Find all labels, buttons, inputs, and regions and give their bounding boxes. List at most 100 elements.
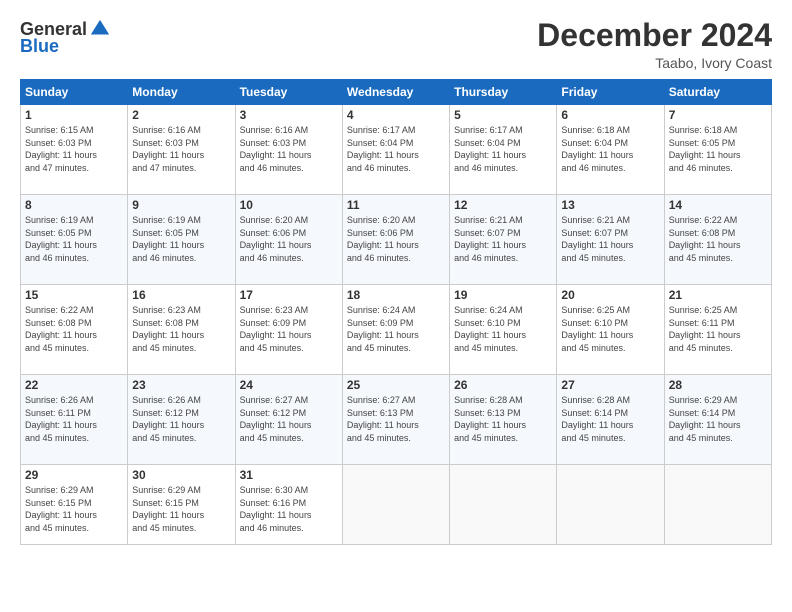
- calendar-cell: 21Sunrise: 6:25 AM Sunset: 6:11 PM Dayli…: [664, 285, 771, 375]
- calendar-cell: 4Sunrise: 6:17 AM Sunset: 6:04 PM Daylig…: [342, 105, 449, 195]
- day-detail: Sunrise: 6:29 AM Sunset: 6:15 PM Dayligh…: [132, 484, 230, 534]
- calendar-week-row: 15Sunrise: 6:22 AM Sunset: 6:08 PM Dayli…: [21, 285, 772, 375]
- calendar-week-row: 1 Sunrise: 6:15 AM Sunset: 6:03 PM Daylig…: [21, 105, 772, 195]
- day-detail: Sunrise: 6:18 AM Sunset: 6:04 PM Dayligh…: [561, 124, 659, 174]
- calendar-cell: 25 Sunrise: 6:27 AM Sunset: 6:13 PM Dayli…: [342, 375, 449, 465]
- day-detail: Sunrise: 6:23 AM Sunset: 6:09 PM Dayligh…: [240, 304, 338, 354]
- month-title: December 2024: [537, 18, 772, 53]
- calendar-cell: [557, 465, 664, 545]
- page: General Blue December 2024 Taabo, Ivory …: [0, 0, 792, 612]
- calendar-cell: 31Sunrise: 6:30 AM Sunset: 6:16 PM Dayli…: [235, 465, 342, 545]
- day-number: 5: [454, 108, 552, 122]
- calendar-week-row: 22Sunrise: 6:26 AM Sunset: 6:11 PM Dayli…: [21, 375, 772, 465]
- calendar-week-row: 8Sunrise: 6:19 AM Sunset: 6:05 PM Daylig…: [21, 195, 772, 285]
- day-detail: Sunrise: 6:20 AM Sunset: 6:06 PM Dayligh…: [347, 214, 445, 264]
- day-detail: Sunrise: 6:25 AM Sunset: 6:10 PM Dayligh…: [561, 304, 659, 354]
- day-detail: Sunrise: 6:27 AM Sunset: 6:13 PM Dayligh…: [347, 394, 445, 444]
- calendar-week-row: 29Sunrise: 6:29 AM Sunset: 6:15 PM Dayli…: [21, 465, 772, 545]
- calendar-cell: 19 Sunrise: 6:24 AM Sunset: 6:10 PM Dayli…: [450, 285, 557, 375]
- weekday-header: Thursday: [450, 80, 557, 105]
- day-number: 14: [669, 198, 767, 212]
- calendar-cell: 2 Sunrise: 6:16 AM Sunset: 6:03 PM Daylig…: [128, 105, 235, 195]
- day-number: 25: [347, 378, 445, 392]
- day-detail: Sunrise: 6:24 AM Sunset: 6:10 PM Dayligh…: [454, 304, 552, 354]
- day-detail: Sunrise: 6:29 AM Sunset: 6:15 PM Dayligh…: [25, 484, 123, 534]
- logo: General Blue: [20, 18, 111, 57]
- calendar-cell: [450, 465, 557, 545]
- day-detail: Sunrise: 6:16 AM Sunset: 6:03 PM Dayligh…: [132, 124, 230, 174]
- day-number: 1: [25, 108, 123, 122]
- day-number: 7: [669, 108, 767, 122]
- weekday-header: Tuesday: [235, 80, 342, 105]
- day-detail: Sunrise: 6:25 AM Sunset: 6:11 PM Dayligh…: [669, 304, 767, 354]
- location-subtitle: Taabo, Ivory Coast: [537, 55, 772, 71]
- day-number: 18: [347, 288, 445, 302]
- calendar-cell: 8Sunrise: 6:19 AM Sunset: 6:05 PM Daylig…: [21, 195, 128, 285]
- day-number: 16: [132, 288, 230, 302]
- day-detail: Sunrise: 6:28 AM Sunset: 6:13 PM Dayligh…: [454, 394, 552, 444]
- calendar-cell: 18 Sunrise: 6:24 AM Sunset: 6:09 PM Dayli…: [342, 285, 449, 375]
- day-number: 24: [240, 378, 338, 392]
- day-number: 19: [454, 288, 552, 302]
- calendar-cell: [664, 465, 771, 545]
- calendar-header-row: SundayMondayTuesdayWednesdayThursdayFrid…: [21, 80, 772, 105]
- day-detail: Sunrise: 6:18 AM Sunset: 6:05 PM Dayligh…: [669, 124, 767, 174]
- day-number: 15: [25, 288, 123, 302]
- day-number: 22: [25, 378, 123, 392]
- weekday-header: Monday: [128, 80, 235, 105]
- calendar-cell: 22Sunrise: 6:26 AM Sunset: 6:11 PM Dayli…: [21, 375, 128, 465]
- day-detail: Sunrise: 6:21 AM Sunset: 6:07 PM Dayligh…: [454, 214, 552, 264]
- day-number: 27: [561, 378, 659, 392]
- calendar-cell: 26 Sunrise: 6:28 AM Sunset: 6:13 PM Dayli…: [450, 375, 557, 465]
- calendar-cell: 9 Sunrise: 6:19 AM Sunset: 6:05 PM Daylig…: [128, 195, 235, 285]
- day-number: 17: [240, 288, 338, 302]
- weekday-header: Sunday: [21, 80, 128, 105]
- logo-icon: [89, 18, 111, 40]
- calendar-cell: 7 Sunrise: 6:18 AM Sunset: 6:05 PM Daylig…: [664, 105, 771, 195]
- day-detail: Sunrise: 6:19 AM Sunset: 6:05 PM Dayligh…: [132, 214, 230, 264]
- calendar-cell: 17 Sunrise: 6:23 AM Sunset: 6:09 PM Dayli…: [235, 285, 342, 375]
- day-number: 28: [669, 378, 767, 392]
- calendar-cell: 27 Sunrise: 6:28 AM Sunset: 6:14 PM Dayli…: [557, 375, 664, 465]
- weekday-header: Saturday: [664, 80, 771, 105]
- day-number: 23: [132, 378, 230, 392]
- calendar-table: SundayMondayTuesdayWednesdayThursdayFrid…: [20, 79, 772, 545]
- day-number: 3: [240, 108, 338, 122]
- day-detail: Sunrise: 6:27 AM Sunset: 6:12 PM Dayligh…: [240, 394, 338, 444]
- calendar-cell: 3Sunrise: 6:16 AM Sunset: 6:03 PM Daylig…: [235, 105, 342, 195]
- calendar-cell: [342, 465, 449, 545]
- calendar-cell: 13 Sunrise: 6:21 AM Sunset: 6:07 PM Dayli…: [557, 195, 664, 285]
- calendar-cell: 6 Sunrise: 6:18 AM Sunset: 6:04 PM Daylig…: [557, 105, 664, 195]
- day-number: 10: [240, 198, 338, 212]
- day-number: 20: [561, 288, 659, 302]
- calendar-cell: 30 Sunrise: 6:29 AM Sunset: 6:15 PM Dayli…: [128, 465, 235, 545]
- day-detail: Sunrise: 6:28 AM Sunset: 6:14 PM Dayligh…: [561, 394, 659, 444]
- title-block: December 2024 Taabo, Ivory Coast: [537, 18, 772, 71]
- day-number: 6: [561, 108, 659, 122]
- day-number: 30: [132, 468, 230, 482]
- day-number: 26: [454, 378, 552, 392]
- calendar-cell: 28Sunrise: 6:29 AM Sunset: 6:14 PM Dayli…: [664, 375, 771, 465]
- weekday-header: Friday: [557, 80, 664, 105]
- day-number: 13: [561, 198, 659, 212]
- calendar-cell: 20 Sunrise: 6:25 AM Sunset: 6:10 PM Dayli…: [557, 285, 664, 375]
- day-detail: Sunrise: 6:19 AM Sunset: 6:05 PM Dayligh…: [25, 214, 123, 264]
- calendar-cell: 15Sunrise: 6:22 AM Sunset: 6:08 PM Dayli…: [21, 285, 128, 375]
- day-detail: Sunrise: 6:20 AM Sunset: 6:06 PM Dayligh…: [240, 214, 338, 264]
- day-number: 9: [132, 198, 230, 212]
- calendar-cell: 29Sunrise: 6:29 AM Sunset: 6:15 PM Dayli…: [21, 465, 128, 545]
- calendar-cell: 1 Sunrise: 6:15 AM Sunset: 6:03 PM Daylig…: [21, 105, 128, 195]
- day-detail: Sunrise: 6:24 AM Sunset: 6:09 PM Dayligh…: [347, 304, 445, 354]
- day-detail: Sunrise: 6:21 AM Sunset: 6:07 PM Dayligh…: [561, 214, 659, 264]
- calendar-cell: 10 Sunrise: 6:20 AM Sunset: 6:06 PM Dayli…: [235, 195, 342, 285]
- day-number: 12: [454, 198, 552, 212]
- day-number: 11: [347, 198, 445, 212]
- calendar-cell: 12 Sunrise: 6:21 AM Sunset: 6:07 PM Dayli…: [450, 195, 557, 285]
- header: General Blue December 2024 Taabo, Ivory …: [20, 18, 772, 71]
- day-detail: Sunrise: 6:26 AM Sunset: 6:12 PM Dayligh…: [132, 394, 230, 444]
- calendar-cell: 11 Sunrise: 6:20 AM Sunset: 6:06 PM Dayli…: [342, 195, 449, 285]
- day-number: 2: [132, 108, 230, 122]
- calendar-cell: 5Sunrise: 6:17 AM Sunset: 6:04 PM Daylig…: [450, 105, 557, 195]
- day-detail: Sunrise: 6:15 AM Sunset: 6:03 PM Dayligh…: [25, 124, 123, 174]
- day-number: 31: [240, 468, 338, 482]
